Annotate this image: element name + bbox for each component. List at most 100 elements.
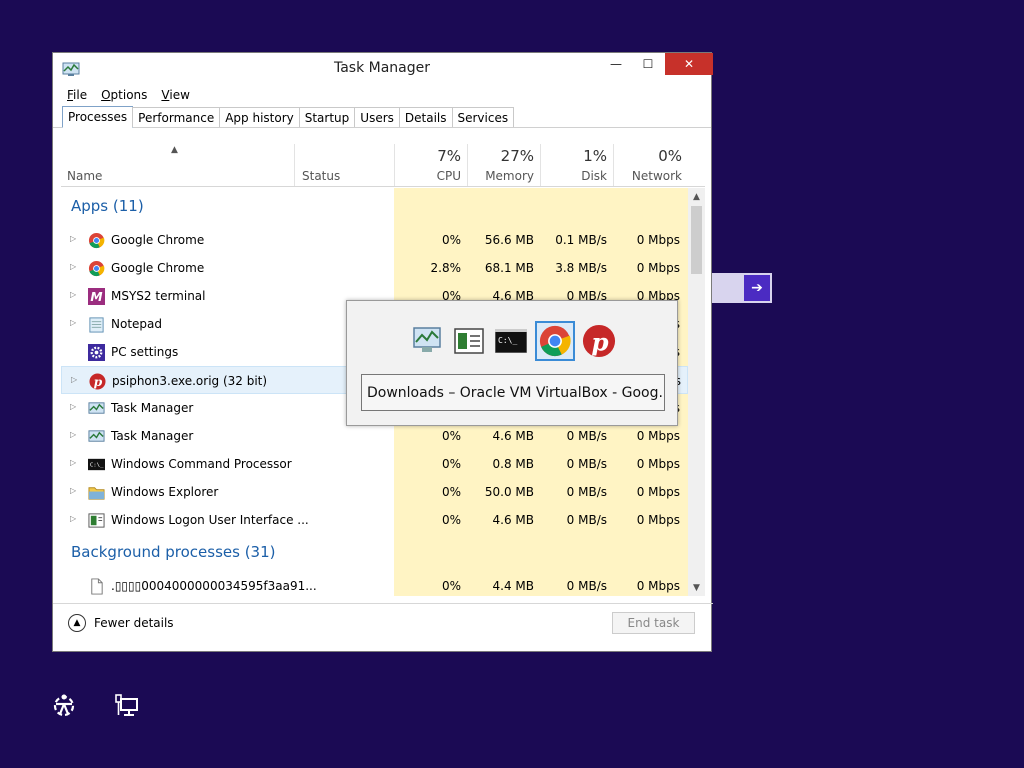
tab-strip: Processes Performance App history Startu… (53, 106, 711, 128)
tab-processes[interactable]: Processes (62, 106, 134, 128)
expand-icon[interactable]: ▷ (70, 290, 76, 299)
expand-icon[interactable]: ▷ (70, 486, 76, 495)
process-name: Task Manager (111, 401, 194, 415)
process-name: MSYS2 terminal (111, 289, 206, 303)
chevron-up-icon: ▲ (68, 614, 86, 632)
table-row[interactable]: ▷ Google Chrome 0% 56.6 MB 0.1 MB/s 0 Mb… (61, 226, 688, 254)
taskmanager-icon (413, 327, 441, 352)
cpu-value: 2.8% (430, 261, 462, 275)
cmd-icon: C:\_ (88, 458, 105, 471)
column-network[interactable]: 0% Network (613, 144, 688, 186)
network-value: 0 Mbps (636, 233, 680, 247)
side-panel-tab: ➔ (712, 273, 772, 303)
logon-icon (454, 328, 484, 354)
end-task-button[interactable]: End task (612, 612, 695, 634)
scroll-up-icon[interactable]: ▲ (688, 188, 705, 205)
memory-value: 68.1 MB (484, 261, 534, 275)
title-bar[interactable]: Task Manager — ☐ ✕ (53, 53, 713, 84)
memory-value: 4.4 MB (492, 579, 534, 593)
cmd-icon: C:\_ (495, 329, 527, 353)
network-value: 0 Mbps (636, 485, 680, 499)
msys2-icon: M (88, 288, 105, 305)
menu-options[interactable]: Options (101, 88, 147, 102)
switcher-logon-icon[interactable] (449, 321, 489, 361)
minimize-button[interactable]: — (601, 53, 631, 75)
maximize-button[interactable]: ☐ (633, 53, 663, 75)
process-name: Google Chrome (111, 233, 205, 247)
switcher-caption: Downloads – Oracle VM VirtualBox - Goog.… (361, 374, 665, 411)
chrome-icon (88, 232, 105, 249)
tab-startup[interactable]: Startup (298, 107, 356, 127)
svg-text:C:\_: C:\_ (90, 462, 104, 468)
tab-details[interactable]: Details (398, 107, 453, 127)
memory-value: 4.6 MB (492, 429, 534, 443)
process-name: Windows Command Processor (111, 457, 292, 471)
ease-of-access-icon[interactable] (50, 692, 78, 720)
tab-services[interactable]: Services (451, 107, 515, 127)
taskmanager-icon (88, 402, 105, 414)
expand-icon[interactable]: ▷ (71, 375, 77, 384)
process-name: Notepad (111, 317, 162, 331)
arrow-right-icon[interactable]: ➔ (744, 275, 770, 301)
switcher-taskmanager-icon[interactable] (407, 321, 447, 361)
table-row[interactable]: ▷ Google Chrome 2.8% 68.1 MB 3.8 MB/s 0 … (61, 254, 688, 282)
taskmanager-icon (88, 430, 105, 442)
file-icon (91, 578, 103, 595)
tab-performance[interactable]: Performance (132, 107, 221, 127)
tab-users[interactable]: Users (354, 107, 400, 127)
table-row[interactable]: ▷ Task Manager 0% 4.6 MB 0 MB/s 0 Mbps (61, 422, 688, 450)
expand-icon[interactable]: ▷ (70, 318, 76, 327)
switcher-chrome-icon[interactable] (535, 321, 575, 361)
scroll-thumb[interactable] (691, 206, 702, 274)
expand-icon[interactable]: ▷ (70, 402, 76, 411)
task-switcher: C:\_ p Downloads – Oracle VM VirtualBox … (346, 300, 678, 426)
menu-file[interactable]: File (67, 88, 87, 102)
folder-icon (88, 487, 105, 500)
process-name: Google Chrome (111, 261, 205, 275)
tab-app-history[interactable]: App history (219, 107, 300, 127)
expand-icon[interactable]: ▷ (70, 262, 76, 271)
column-memory[interactable]: 27% Memory (467, 144, 540, 186)
notepad-icon (89, 317, 104, 333)
cpu-value: 0% (441, 513, 461, 527)
network-value: 0 Mbps (636, 513, 680, 527)
chrome-icon (88, 260, 105, 277)
expand-icon[interactable]: ▷ (70, 430, 76, 439)
network-icon[interactable] (114, 693, 140, 719)
process-name: PC settings (111, 345, 179, 359)
memory-value: 50.0 MB (484, 485, 534, 499)
process-name: Task Manager (111, 429, 194, 443)
disk-value: 0 MB/s (566, 485, 607, 499)
scroll-down-icon[interactable]: ▼ (688, 579, 705, 596)
memory-value: 56.6 MB (484, 233, 534, 247)
close-button[interactable]: ✕ (665, 53, 713, 75)
disk-value: 0.1 MB/s (555, 233, 607, 247)
expand-icon[interactable]: ▷ (70, 458, 76, 467)
table-row[interactable]: .▯▯▯▯0004000000034595f3aa91... 0% 4.4 MB… (61, 572, 688, 596)
vertical-scrollbar[interactable]: ▲ ▼ (688, 188, 705, 596)
cpu-value: 0% (441, 485, 461, 499)
svg-text:p: p (591, 327, 608, 356)
cpu-value: 0% (441, 233, 461, 247)
network-value: 0 Mbps (636, 457, 680, 471)
expand-icon[interactable]: ▷ (70, 514, 76, 523)
column-name[interactable]: Name (67, 169, 102, 183)
table-row[interactable]: ▷ Windows Explorer 0% 50.0 MB 0 MB/s 0 M… (61, 478, 688, 506)
cpu-value: 0% (441, 579, 461, 593)
expand-icon[interactable]: ▷ (70, 234, 76, 243)
table-row[interactable]: ▷ Windows Logon User Interface ... 0% 4.… (61, 506, 688, 534)
switcher-cmd-icon[interactable]: C:\_ (491, 321, 531, 361)
group-background-processes[interactable]: Background processes (31) (71, 543, 276, 561)
svg-text:C:\_: C:\_ (498, 336, 517, 345)
column-status[interactable]: Status (294, 144, 394, 186)
network-value: 0 Mbps (636, 261, 680, 275)
column-cpu[interactable]: 7% CPU (394, 144, 467, 186)
process-name: Windows Explorer (111, 485, 219, 499)
table-row[interactable]: ▷ C:\_ Windows Command Processor 0% 0.8 … (61, 450, 688, 478)
network-value: 0 Mbps (636, 579, 680, 593)
fewer-details-button[interactable]: ▲ Fewer details (68, 614, 174, 632)
column-disk[interactable]: 1% Disk (540, 144, 613, 186)
group-apps[interactable]: Apps (11) (71, 197, 144, 215)
menu-view[interactable]: View (161, 88, 189, 102)
switcher-psiphon-icon[interactable]: p (579, 321, 619, 361)
